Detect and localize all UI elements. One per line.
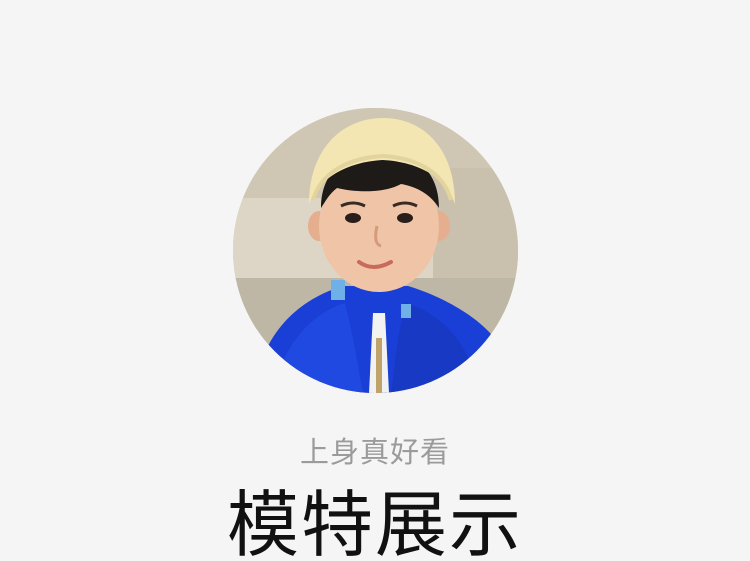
child-model-photo-icon bbox=[233, 108, 518, 393]
model-avatar-photo bbox=[233, 108, 518, 393]
model-showcase-section: 上身真好看 模特展示 bbox=[0, 0, 750, 561]
section-subtitle: 上身真好看 bbox=[299, 435, 450, 469]
section-title: 模特展示 bbox=[226, 483, 523, 561]
